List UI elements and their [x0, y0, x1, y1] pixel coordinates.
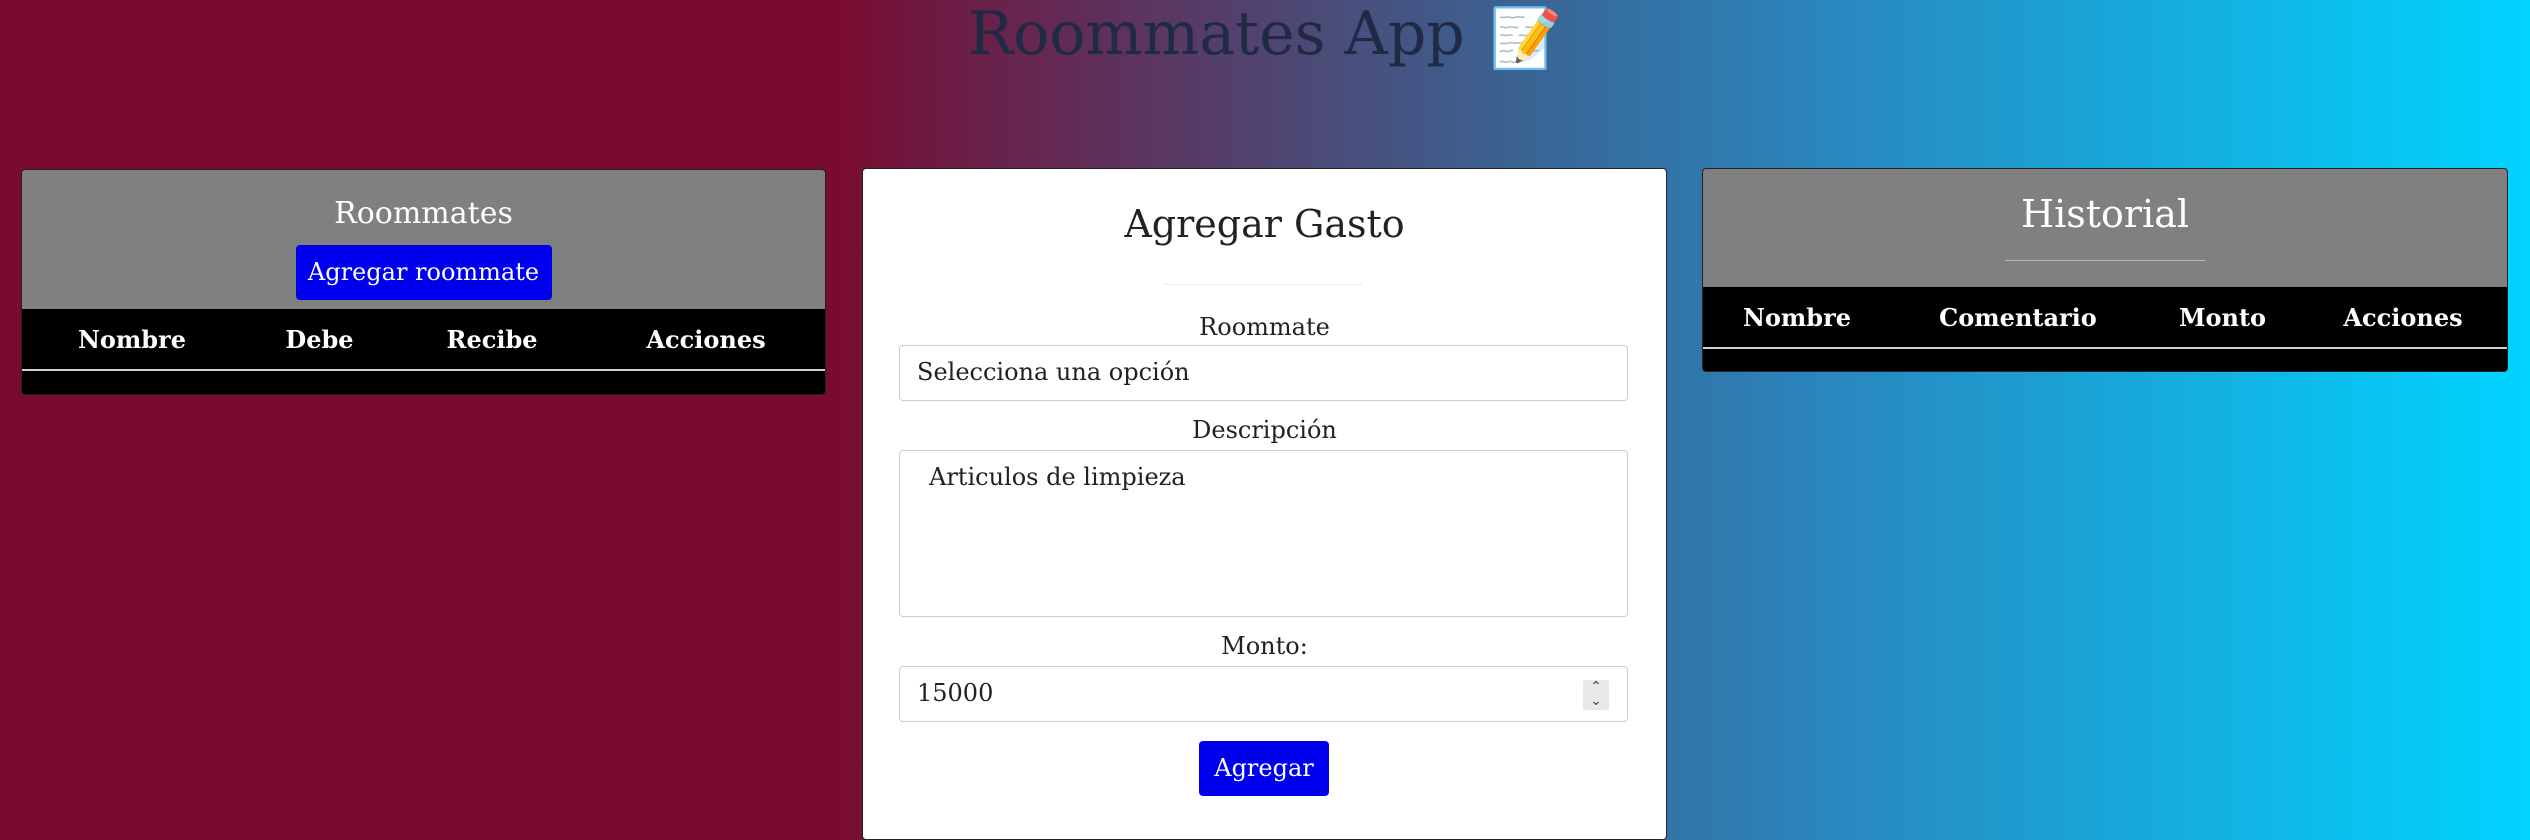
- history-table-header: Nombre Comentario Monto Acciones: [1703, 287, 2507, 349]
- page-title-text: Roommates App: [968, 0, 1465, 69]
- title-divider: [1163, 284, 1363, 285]
- description-textarea[interactable]: Articulos de limpieza: [899, 450, 1628, 617]
- column-header-nombre: Nombre: [77, 324, 187, 354]
- page-title: Roommates App 📝: [0, 0, 2530, 72]
- description-value: Articulos de limpieza: [929, 463, 1186, 491]
- history-card: Historial Nombre Comentario Monto Accion…: [1702, 168, 2508, 372]
- history-title: Historial: [2020, 192, 2190, 236]
- column-header-nombre: Nombre: [1742, 302, 1852, 332]
- add-expense-card: Agregar Gasto Roommate Selecciona una op…: [862, 168, 1667, 840]
- column-header-monto: Monto: [2178, 302, 2267, 332]
- submit-expense-button[interactable]: Agregar: [1199, 741, 1329, 796]
- roommates-card-header: Roommates Agregar roommate: [22, 170, 825, 309]
- roommate-select-value: Selecciona una opción: [917, 358, 1190, 386]
- column-header-debe: Debe: [285, 324, 354, 354]
- column-header-acciones: Acciones: [2343, 302, 2463, 332]
- roommates-title: Roommates: [334, 196, 513, 231]
- add-roommate-button[interactable]: Agregar roommate: [295, 245, 552, 300]
- amount-input[interactable]: 15000 ⌃ ⌄: [899, 666, 1628, 722]
- roommates-card: Roommates Agregar roommate Nombre Debe R…: [21, 169, 826, 395]
- memo-icon: 📝: [1489, 4, 1562, 73]
- history-title-divider: [2005, 260, 2205, 261]
- roommate-label: Roommate: [1199, 313, 1330, 341]
- roommate-select[interactable]: Selecciona una opción: [899, 345, 1628, 401]
- amount-value: 15000: [917, 679, 994, 707]
- history-card-header: Historial: [1703, 169, 2507, 287]
- roommates-table-header: Nombre Debe Recibe Acciones: [22, 309, 825, 371]
- stepper-arrows-icon[interactable]: ⌃ ⌄: [1583, 680, 1609, 710]
- description-label: Descripción: [1192, 416, 1337, 444]
- column-header-comentario: Comentario: [1939, 302, 2097, 332]
- column-header-recibe: Recibe: [446, 324, 538, 354]
- add-expense-title: Agregar Gasto: [1124, 202, 1405, 246]
- amount-label: Monto:: [1221, 632, 1308, 660]
- column-header-acciones: Acciones: [646, 324, 766, 354]
